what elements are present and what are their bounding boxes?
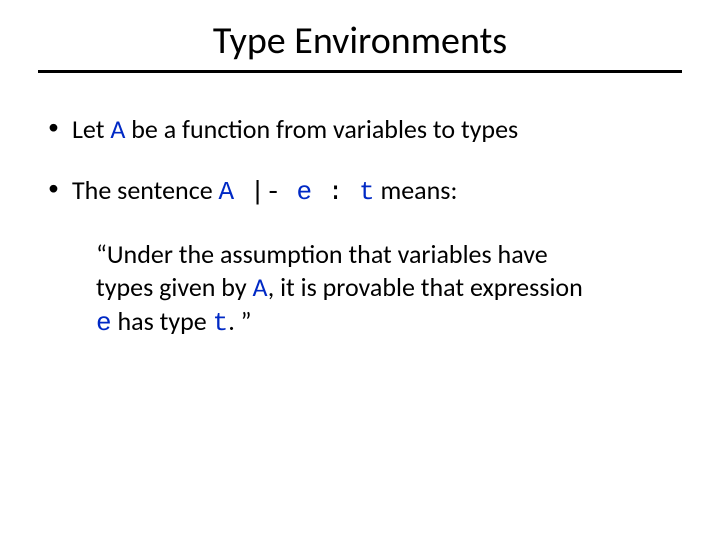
quote-block: “Under the assumption that variables hav…	[96, 238, 600, 340]
expr-e: e	[297, 177, 313, 207]
expr-turnstile: |-	[234, 177, 296, 207]
bullet-2-text-1: The sentence	[72, 174, 219, 206]
quote-text-3: has type	[112, 305, 213, 337]
bullet-1-text-1: Let	[72, 113, 110, 145]
bullet-1: Let A be a function from variables to ty…	[40, 113, 680, 146]
quote-text-4: . ”	[228, 305, 251, 337]
quote-t: t	[213, 308, 229, 338]
quote-e: e	[96, 308, 112, 338]
symbol-A: A	[110, 113, 125, 145]
bullet-2-text-2: means:	[375, 174, 458, 206]
expr-colon: :	[312, 177, 359, 207]
expr-A: A	[219, 177, 235, 207]
bullet-1-text-2: be a function from variables to types	[125, 113, 518, 145]
expr-t: t	[359, 177, 375, 207]
slide: Type Environments Let A be a function fr…	[0, 0, 720, 540]
bullet-2: The sentence A |- e : t means:	[40, 174, 680, 209]
quote-text-2: , it is provable that expression	[268, 271, 583, 303]
bullet-list: Let A be a function from variables to ty…	[40, 113, 680, 208]
slide-body: Let A be a function from variables to ty…	[0, 73, 720, 340]
quote-A: A	[252, 271, 267, 303]
slide-title: Type Environments	[0, 0, 720, 70]
